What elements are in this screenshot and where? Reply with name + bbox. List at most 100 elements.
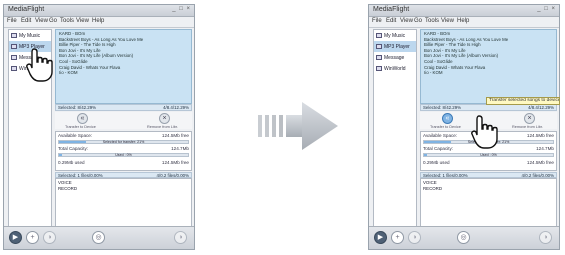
track-list: KARD - BOm Backstreet Boys - As Long As …: [420, 29, 557, 104]
library-item-label: WinWorld: [384, 65, 406, 72]
title-bar: MediaFlight _ □ ×: [369, 5, 559, 17]
library-selection-status: Selected: 8/42.29% 4/8.4/12.29%: [420, 104, 557, 111]
used-capacity-bar: Used : 0%: [423, 153, 554, 157]
available-space-value: 124.5Mb free: [526, 133, 554, 138]
menu-bar: File Edit View Go Tools View Help: [4, 17, 194, 28]
library-panel: My Music MP3 Player Message WinWorld: [373, 29, 417, 227]
app-title: MediaFlight: [8, 6, 45, 13]
available-space-label: Available Space:: [423, 133, 458, 138]
control-bar: ▶ + ◑ ◎ ◑: [369, 226, 559, 249]
globe-icon: [11, 66, 17, 71]
used-capacity-caption: Used : 0%: [480, 153, 497, 157]
menu-edit[interactable]: Edit: [21, 18, 31, 24]
selection-size: 4/8.4/12.29%: [528, 105, 554, 110]
menu-bar: File Edit View Go Tools View Help: [369, 17, 559, 28]
menu-help[interactable]: Help: [457, 18, 469, 24]
transfer-capacity-bar: Selected for transfer: 21%: [58, 140, 189, 144]
globe-icon: [376, 66, 382, 71]
app-window-after: MediaFlight _ □ × File Edit View Go Tool…: [368, 4, 560, 250]
remove-from-library-button[interactable]: ×: [524, 113, 535, 124]
app-window-before: MediaFlight _ □ × File Edit View Go Tool…: [3, 4, 195, 250]
control-bar: ▶ + ◑ ◎ ◑: [4, 226, 194, 249]
selection-size: 4/8.4/12.29%: [163, 105, 189, 110]
device-info-panel: Available Space: 124.5Mb free Selected fo…: [55, 131, 192, 171]
track-item[interactable]: Iio - KOM: [59, 70, 188, 76]
menu-view[interactable]: View: [400, 18, 413, 24]
menu-help[interactable]: Help: [92, 18, 104, 24]
menu-go[interactable]: Go: [49, 18, 57, 24]
library-item-my-music[interactable]: My Music: [9, 30, 51, 41]
selection-count: Selected: 8/42.29%: [423, 105, 462, 110]
transfer-toolbar: « Transfer to Device × Remove from Libr.: [55, 112, 192, 129]
transfer-to-device-label: Transfer to Device: [65, 125, 96, 129]
transfer-capacity-caption: Selected for transfer: 21%: [102, 140, 145, 144]
player-icon: [11, 44, 17, 49]
device-file-list: VOICE RECORD: [420, 178, 557, 228]
menu-edit[interactable]: Edit: [386, 18, 396, 24]
add-button[interactable]: +: [391, 231, 404, 244]
menu-view-2[interactable]: View: [76, 18, 89, 24]
right-arrow-icon: [258, 102, 338, 150]
play-button[interactable]: ▶: [9, 231, 22, 244]
center-control-button[interactable]: ◎: [457, 231, 470, 244]
device-folder-item[interactable]: RECORD: [423, 186, 554, 192]
remove-from-library-button[interactable]: ×: [159, 113, 170, 124]
device-file-list: VOICE RECORD: [55, 178, 192, 228]
selection-count: Selected: 8/42.29%: [58, 105, 97, 110]
free-space-text: 124.5Mb free: [526, 160, 554, 165]
sync-button[interactable]: ◑: [43, 231, 56, 244]
track-item[interactable]: Iio - KOM: [424, 70, 553, 76]
available-space-label: Available Space:: [58, 133, 93, 138]
app-title: MediaFlight: [373, 6, 410, 13]
menu-file[interactable]: File: [372, 18, 382, 24]
transfer-tooltip: Transfer selected songs to device: [486, 97, 560, 105]
library-item-my-music[interactable]: My Music: [374, 30, 416, 41]
used-space-text: 0.29Mb used: [423, 160, 450, 165]
total-capacity-label: Total Capacity:: [423, 146, 454, 151]
window-controls[interactable]: _ □ ×: [537, 6, 556, 12]
music-icon: [376, 33, 382, 38]
library-item-winworld[interactable]: WinWorld: [374, 63, 416, 74]
menu-go[interactable]: Go: [414, 18, 422, 24]
remove-from-library-label: Remove from Libr.: [512, 125, 544, 129]
add-button[interactable]: +: [26, 231, 39, 244]
used-capacity-bar: Used : 0%: [58, 153, 189, 157]
library-item-label: Message: [384, 54, 405, 61]
transfer-to-device-label: Transfer to Device: [430, 125, 461, 129]
menu-view-2[interactable]: View: [441, 18, 454, 24]
message-icon: [376, 55, 382, 60]
menu-tools[interactable]: Tools: [425, 18, 439, 24]
free-space-text: 124.5Mb free: [161, 160, 189, 165]
center-control-button[interactable]: ◎: [92, 231, 105, 244]
used-space-text: 0.29Mb used: [58, 160, 85, 165]
library-item-label: MP3 Player: [384, 43, 410, 50]
library-item-message[interactable]: Message: [374, 52, 416, 63]
device-folder-item[interactable]: RECORD: [58, 186, 189, 192]
hand-cursor-icon: [26, 48, 53, 82]
library-item-mp3-player[interactable]: MP3 Player: [374, 41, 416, 52]
player-icon: [376, 44, 382, 49]
library-item-label: My Music: [384, 32, 406, 39]
play-button[interactable]: ▶: [374, 231, 387, 244]
menu-view[interactable]: View: [35, 18, 48, 24]
remove-from-library-label: Remove from Libr.: [147, 125, 179, 129]
library-item-label: My Music: [19, 32, 41, 39]
transfer-to-device-button[interactable]: «: [442, 113, 453, 124]
track-list: KARD - BOm Backstreet Boys - As Long As …: [55, 29, 192, 104]
menu-file[interactable]: File: [7, 18, 17, 24]
transfer-to-device-button[interactable]: «: [77, 113, 88, 124]
window-controls[interactable]: _ □ ×: [172, 6, 191, 12]
right-control-button[interactable]: ◑: [174, 231, 187, 244]
total-capacity-value: 124.7Mb: [536, 146, 554, 151]
message-icon: [11, 55, 17, 60]
sync-button[interactable]: ◑: [408, 231, 421, 244]
title-bar: MediaFlight _ □ ×: [4, 5, 194, 17]
hand-cursor-icon: [471, 115, 498, 149]
available-space-value: 124.5Mb free: [161, 133, 189, 138]
music-icon: [11, 33, 17, 38]
menu-tools[interactable]: Tools: [60, 18, 74, 24]
right-control-button[interactable]: ◑: [539, 231, 552, 244]
library-selection-status: Selected: 8/42.29% 4/8.4/12.29%: [55, 104, 192, 111]
total-capacity-label: Total Capacity:: [58, 146, 89, 151]
total-capacity-value: 124.7Mb: [171, 146, 189, 151]
